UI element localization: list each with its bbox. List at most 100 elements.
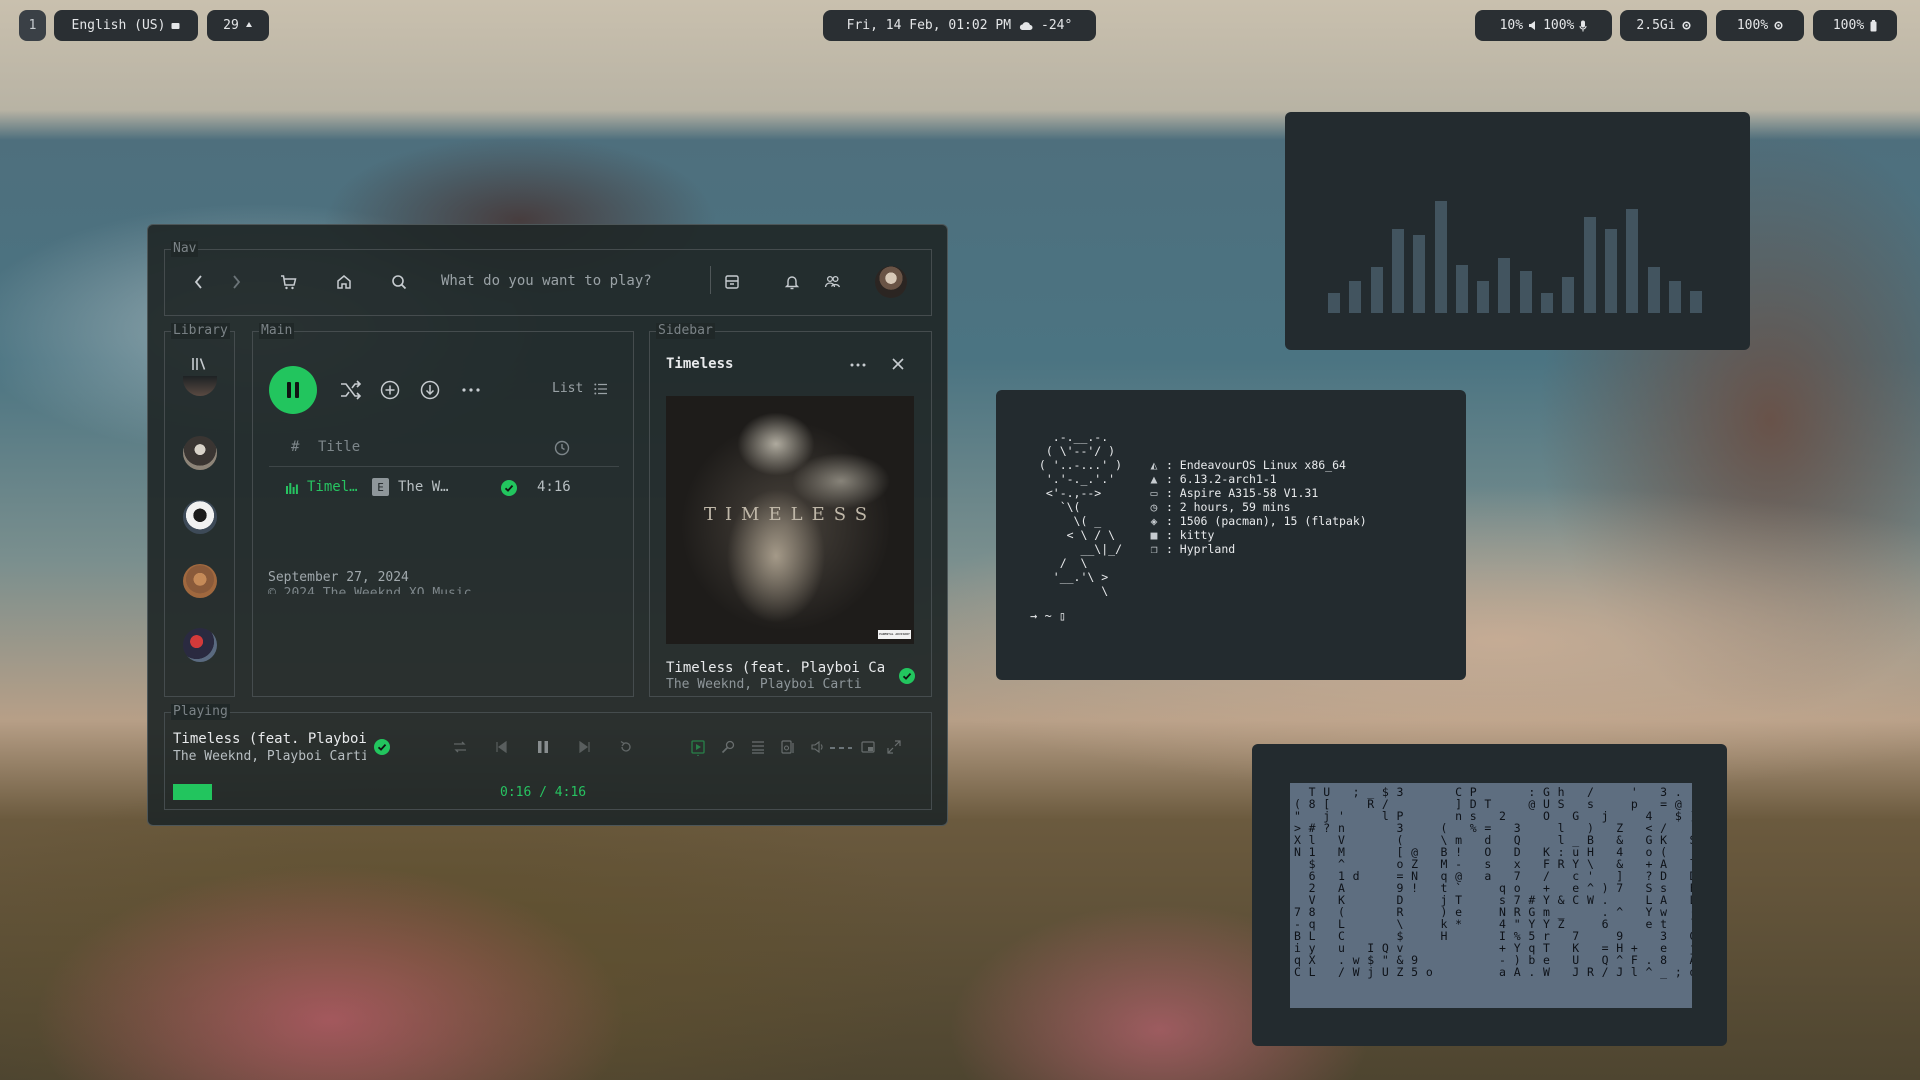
workspace-indicator[interactable]: 1 [19, 10, 46, 41]
now-playing-view-icon[interactable] [691, 740, 705, 756]
info-line-distro: ◭ : EndeavourOS Linux x86_64 [1149, 458, 1367, 472]
nav-section: Nav What do you want to play? [164, 241, 932, 316]
memory-icon [1682, 21, 1691, 30]
shop-icon[interactable] [280, 274, 297, 290]
table-row[interactable]: Timel… E The W… 4:16 [269, 475, 619, 501]
shuffle-icon[interactable] [340, 380, 362, 400]
lyrics-icon[interactable] [721, 740, 735, 754]
sidebar-track-artists[interactable]: The Weeknd, Playboi Carti [666, 677, 886, 691]
header-divider [269, 466, 619, 467]
friends-activity-icon[interactable] [824, 274, 841, 290]
cloud-icon [1019, 21, 1033, 31]
visualizer-bar [1391, 229, 1404, 313]
now-playing-title[interactable]: Timeless (feat. Playboi Carti) [173, 731, 366, 747]
download-icon[interactable] [420, 380, 440, 400]
repeat-icon[interactable] [619, 740, 633, 754]
spotify-window: Nav What do you want to play? Library Ma… [147, 224, 948, 826]
search-input[interactable]: What do you want to play? [441, 273, 652, 289]
info-line-terminal: ■ : kitty [1149, 528, 1367, 542]
saved-check-icon[interactable] [899, 668, 915, 684]
visualizer-bar [1668, 281, 1681, 313]
terminal-window[interactable]: .-.__.-. ( \'--'/ ) ( '..-...' ) '.'-._.… [996, 390, 1466, 680]
matrix-rain: T U ; _ $ 3 C P : G h / ' 3 .( 8 [ R / ]… [1290, 783, 1692, 1008]
library-item-playlist-3[interactable] [183, 500, 217, 534]
library-item-playlist-5[interactable] [183, 628, 217, 662]
progress-bar[interactable] [173, 784, 778, 800]
visualizer-bar [1519, 271, 1532, 313]
view-mode-button[interactable]: List [552, 381, 583, 396]
user-avatar[interactable] [875, 266, 907, 298]
pause-icon[interactable] [537, 740, 549, 754]
add-circle-icon[interactable] [380, 380, 400, 400]
kernel-icon: ▲ [1150, 472, 1158, 486]
nav-label: Nav [171, 241, 199, 257]
previous-icon[interactable] [495, 741, 507, 753]
now-playing-artists[interactable]: The Weeknd, Playboi Carti [173, 749, 366, 764]
track-artist[interactable]: The W… [398, 479, 449, 495]
saved-check-icon[interactable] [501, 480, 517, 496]
library-item-playlist-4[interactable] [183, 564, 217, 598]
battery-level: 100% [1832, 18, 1865, 33]
queue-icon[interactable] [751, 740, 765, 754]
close-icon[interactable] [891, 357, 905, 371]
clock-icon [554, 440, 570, 456]
more-options-icon[interactable] [849, 363, 867, 367]
library-item-playlist-2[interactable] [183, 436, 217, 470]
home-icon[interactable] [336, 274, 352, 290]
album-cover-text: TIMELESS [703, 504, 877, 525]
visualizer-bar [1562, 277, 1575, 313]
arrow-up-icon [245, 21, 253, 30]
audio-widget[interactable]: 10% 100% [1475, 10, 1612, 41]
info-line-uptime: ◷ : 2 hours, 59 mins [1149, 500, 1367, 514]
track-title[interactable]: Timel… [307, 479, 358, 495]
search-divider [710, 266, 711, 294]
packages-icon: ◈ [1150, 514, 1158, 528]
fullscreen-icon[interactable] [887, 740, 901, 754]
album-cover[interactable]: TIMELESS PARENTAL ADVISORY [666, 396, 914, 644]
saved-check-icon[interactable] [374, 739, 390, 755]
memory-usage: 2.5Gi [1636, 18, 1676, 33]
browse-icon[interactable] [724, 274, 740, 290]
copyright-text: © 2024 The Weeknd XO Music [268, 586, 472, 594]
library-label: Library [171, 323, 230, 339]
keyboard-layout-widget[interactable]: English (US) [54, 10, 198, 41]
info-line-kernel: ▲ : 6.13.2-arch1-1 [1149, 472, 1367, 486]
play-pause-button[interactable] [269, 366, 317, 414]
matrix-terminal-window[interactable]: T U ; _ $ 3 C P : G h / ' 3 .( 8 [ R / ]… [1252, 744, 1727, 1046]
brightness-level: 100% [1736, 18, 1769, 33]
library-item-playlist-1[interactable] [183, 376, 217, 396]
chevron-left-icon[interactable] [193, 274, 205, 290]
brightness-widget[interactable]: 100% [1716, 10, 1804, 41]
library-section: Library [164, 323, 235, 697]
column-title-header[interactable]: Title [318, 439, 360, 455]
microphone-level: 100% [1543, 18, 1575, 33]
chevron-right-icon[interactable] [230, 274, 242, 290]
library-icon[interactable] [191, 356, 207, 372]
visualizer-bar [1626, 209, 1639, 313]
next-icon[interactable] [579, 741, 591, 753]
visualizer-bar [1647, 267, 1660, 313]
wm-icon: ❐ [1150, 542, 1158, 556]
battery-widget[interactable]: 100% [1813, 10, 1897, 41]
volume-icon[interactable] [811, 740, 825, 754]
info-text: : Aspire A315-58 V1.31 [1165, 486, 1319, 500]
miniplayer-icon[interactable] [861, 740, 875, 754]
info-text: : kitty [1165, 528, 1215, 542]
volume-level: 10% [1499, 18, 1524, 33]
sidebar-track-title[interactable]: Timeless (feat. Playboi Carti) [666, 660, 886, 676]
list-icon[interactable] [594, 383, 608, 395]
connect-device-icon[interactable] [781, 740, 795, 754]
volume-slider[interactable] [830, 747, 852, 749]
distro-icon: ◭ [1150, 458, 1158, 472]
sidebar-section: Sidebar Timeless TIMELESS PARENTAL ADVIS… [649, 323, 932, 697]
shell-prompt[interactable]: → ~ ▯ [1030, 609, 1066, 623]
updates-widget[interactable]: 29 [207, 10, 269, 41]
visualizer-bar [1413, 235, 1426, 313]
repeat-alt-icon[interactable] [453, 741, 467, 753]
more-options-icon[interactable] [461, 388, 481, 392]
clock-weather-widget[interactable]: Fri, 14 Feb, 01:02 PM -24° [823, 10, 1096, 41]
bell-icon[interactable] [784, 274, 800, 290]
keyboard-layout-label: English (US) [71, 18, 166, 33]
memory-widget[interactable]: 2.5Gi [1620, 10, 1707, 41]
playing-label: Playing [171, 704, 230, 720]
